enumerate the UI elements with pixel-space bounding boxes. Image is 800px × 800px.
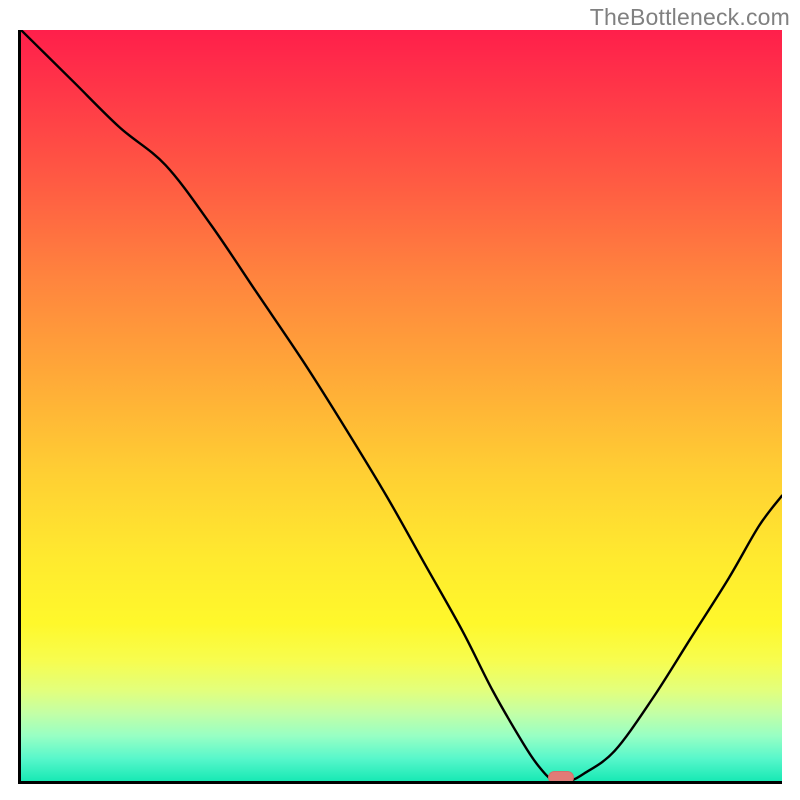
curve-path	[21, 30, 782, 781]
bottleneck-curve	[21, 30, 782, 781]
optimum-marker-icon	[548, 771, 574, 784]
attribution-text: TheBottleneck.com	[590, 4, 790, 31]
plot-area	[18, 30, 782, 784]
chart-container: TheBottleneck.com	[0, 0, 800, 800]
